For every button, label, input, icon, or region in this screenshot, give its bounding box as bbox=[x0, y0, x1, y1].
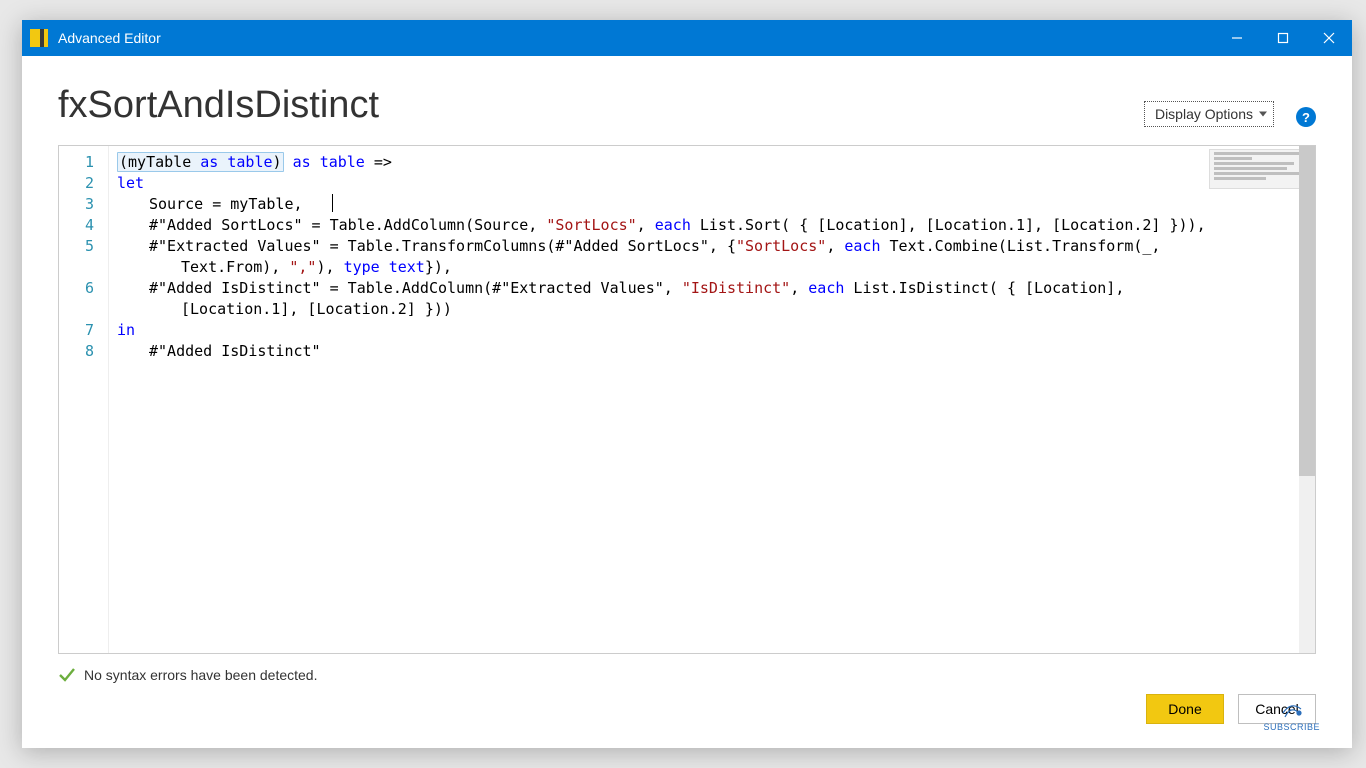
line-number-gutter: 1 2 3 4 5 6 7 8 bbox=[59, 146, 109, 653]
dialog-content: fxSortAndIsDistinct Display Options ? 1 … bbox=[22, 56, 1352, 748]
close-button[interactable] bbox=[1306, 20, 1352, 56]
status-row: No syntax errors have been detected. bbox=[58, 654, 1316, 694]
line-number: 7 bbox=[59, 320, 108, 341]
code-line: in bbox=[117, 320, 1307, 341]
help-button[interactable]: ? bbox=[1296, 107, 1316, 127]
maximize-button[interactable] bbox=[1260, 20, 1306, 56]
check-icon bbox=[58, 666, 76, 684]
line-number-wrap bbox=[59, 257, 108, 278]
minimap[interactable] bbox=[1209, 149, 1305, 189]
window-title: Advanced Editor bbox=[58, 30, 161, 46]
line-number-wrap bbox=[59, 299, 108, 320]
display-options-dropdown[interactable]: Display Options bbox=[1144, 101, 1274, 127]
scrollbar-thumb[interactable] bbox=[1299, 146, 1315, 476]
advanced-editor-dialog: Advanced Editor fxSortAndIsDistinct Disp… bbox=[22, 20, 1352, 748]
code-line-wrap: [Location.1], [Location.2] })) bbox=[117, 299, 1307, 320]
vertical-scrollbar[interactable] bbox=[1299, 146, 1315, 653]
code-line: #"Added IsDistinct" = Table.AddColumn(#"… bbox=[117, 278, 1307, 299]
app-icon bbox=[30, 29, 48, 47]
close-icon bbox=[1323, 32, 1335, 44]
code-line: Source = myTable, bbox=[117, 194, 1307, 215]
code-editor[interactable]: 1 2 3 4 5 6 7 8 (myTable as table) as ta… bbox=[58, 145, 1316, 654]
code-line: (myTable as table) as table => bbox=[117, 152, 1307, 173]
minimize-button[interactable] bbox=[1214, 20, 1260, 56]
code-line: #"Added SortLocs" = Table.AddColumn(Sour… bbox=[117, 215, 1307, 236]
text-caret bbox=[332, 194, 333, 212]
query-name-heading: fxSortAndIsDistinct bbox=[58, 84, 1144, 127]
cancel-button[interactable]: Cancel bbox=[1238, 694, 1316, 724]
header-row: fxSortAndIsDistinct Display Options ? bbox=[58, 84, 1316, 127]
code-area[interactable]: (myTable as table) as table => let Sourc… bbox=[109, 146, 1315, 653]
line-number: 1 bbox=[59, 152, 108, 173]
status-message: No syntax errors have been detected. bbox=[84, 667, 317, 683]
line-number: 8 bbox=[59, 341, 108, 362]
window-controls bbox=[1214, 20, 1352, 56]
line-number: 2 bbox=[59, 173, 108, 194]
code-line: #"Extracted Values" = Table.TransformCol… bbox=[117, 236, 1307, 257]
line-number: 5 bbox=[59, 236, 108, 257]
line-number: 3 bbox=[59, 194, 108, 215]
line-number: 6 bbox=[59, 278, 108, 299]
titlebar: Advanced Editor bbox=[22, 20, 1352, 56]
display-options-label: Display Options bbox=[1155, 106, 1253, 122]
done-button[interactable]: Done bbox=[1146, 694, 1224, 724]
code-line: #"Added IsDistinct" bbox=[117, 341, 1307, 362]
button-row: Done Cancel bbox=[58, 694, 1316, 730]
line-number: 4 bbox=[59, 215, 108, 236]
code-line: let bbox=[117, 173, 1307, 194]
maximize-icon bbox=[1277, 32, 1289, 44]
code-line-wrap: Text.From), ","), type text}), bbox=[117, 257, 1307, 278]
minimize-icon bbox=[1231, 32, 1243, 44]
